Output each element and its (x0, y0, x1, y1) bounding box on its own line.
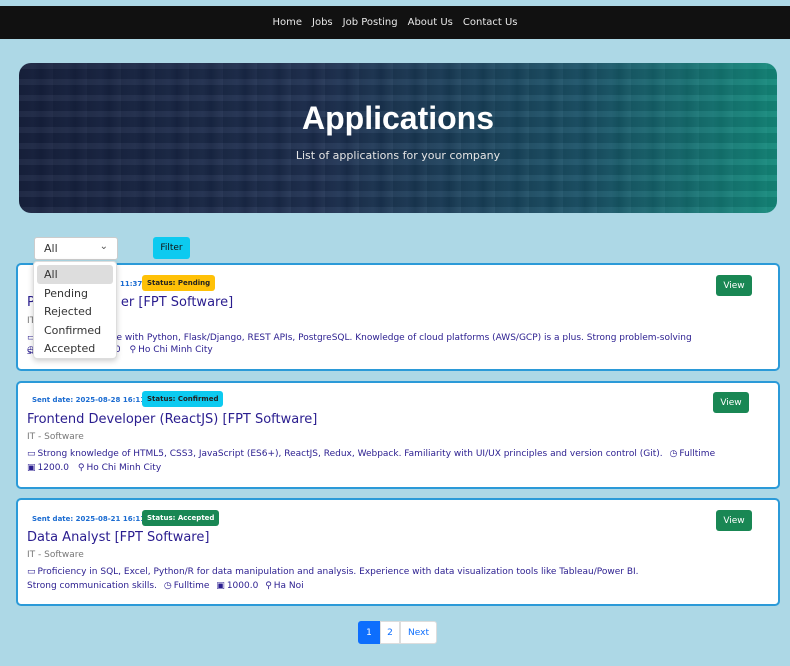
location-value: Ho Chi Minh City (138, 345, 213, 355)
nav-job-posting[interactable]: Job Posting (343, 17, 398, 28)
status-badge: Status: Accepted (142, 510, 220, 526)
status-badge: Status: Confirmed (142, 391, 224, 407)
chevron-down-icon: ⌄ (99, 241, 108, 252)
page-subtitle: List of applications for your company (295, 149, 501, 162)
briefcase-icon: ▭ (27, 449, 36, 459)
money-icon: ▣ (216, 581, 225, 591)
job-title-link[interactable]: Data Analyst [FPT Software] (27, 530, 209, 545)
view-button[interactable]: View (716, 275, 752, 296)
job-category: IT - Software (27, 432, 84, 442)
page-2-button[interactable]: 2 (380, 621, 400, 644)
nav-contact-us[interactable]: Contact Us (463, 17, 518, 28)
view-button[interactable]: View (713, 392, 749, 413)
job-category: IT - Software (27, 550, 84, 560)
application-card: Sent date: 2025-08-28 16:11:37 Status: C… (16, 381, 780, 489)
job-type: Fulltime (679, 449, 716, 459)
sent-date: 11:37 (120, 280, 143, 288)
job-meta: ▣ 1200.0 ⚲ Ho Chi Minh City (27, 463, 161, 473)
nav-jobs[interactable]: Jobs (312, 17, 333, 28)
option-rejected[interactable]: Rejected (37, 302, 113, 321)
status-filter-value: All (44, 242, 58, 255)
location-pin-icon: ⚲ (129, 345, 137, 355)
status-badge: Status: Pending (142, 275, 216, 291)
navbar: Home Jobs Job Posting About Us Contact U… (0, 6, 790, 39)
page-title: Applications (301, 100, 494, 136)
view-button[interactable]: View (716, 510, 752, 531)
salary-value: 1200.0 (37, 463, 70, 473)
nav-home[interactable]: Home (272, 17, 302, 28)
option-confirmed[interactable]: Confirmed (37, 321, 113, 340)
location-value: Ho Chi Minh City (86, 463, 162, 473)
status-filter-select[interactable]: All ⌄ (34, 237, 118, 260)
location-pin-icon: ⚲ (77, 463, 85, 473)
option-all[interactable]: All (37, 265, 113, 284)
hero-banner: Applications List of applications for yo… (19, 63, 777, 213)
job-type: Fulltime (173, 581, 210, 591)
sent-date: Sent date: 2025-08-21 16:11:37 (32, 515, 158, 523)
filter-button[interactable]: Filter (153, 237, 190, 259)
location-value: Ha Noi (273, 581, 304, 591)
job-description: ▭ Strong knowledge of HTML5, CSS3, JavaSc… (27, 449, 716, 459)
money-icon: ▣ (27, 463, 36, 473)
status-filter-dropdown: All Pending Rejected Confirmed Accepted (33, 261, 117, 359)
page-1-button[interactable]: 1 (358, 621, 380, 644)
pagination: 1 2 Next (358, 621, 437, 644)
job-title-link[interactable]: Frontend Developer (ReactJS) [FPT Softwa… (27, 412, 317, 427)
salary-value: 1000.0 (226, 581, 259, 591)
clock-icon: ◷ (163, 581, 172, 591)
application-card: 11:37 Status: Pending Per [FPT Software]… (16, 263, 780, 371)
job-description: ▭ Proficiency in SQL, Excel, Python/R for… (27, 567, 639, 591)
option-accepted[interactable]: Accepted (37, 339, 113, 358)
location-pin-icon: ⚲ (265, 581, 272, 591)
application-card: Sent date: 2025-08-21 16:11:37 Status: A… (16, 498, 780, 606)
nav-about-us[interactable]: About Us (408, 17, 453, 28)
briefcase-icon: ▭ (27, 567, 36, 577)
next-page-button[interactable]: Next (400, 621, 437, 644)
hero-background-image (19, 63, 777, 213)
option-pending[interactable]: Pending (37, 284, 113, 303)
clock-icon: ◷ (669, 449, 678, 459)
sent-date: Sent date: 2025-08-28 16:11:37 (32, 396, 158, 404)
